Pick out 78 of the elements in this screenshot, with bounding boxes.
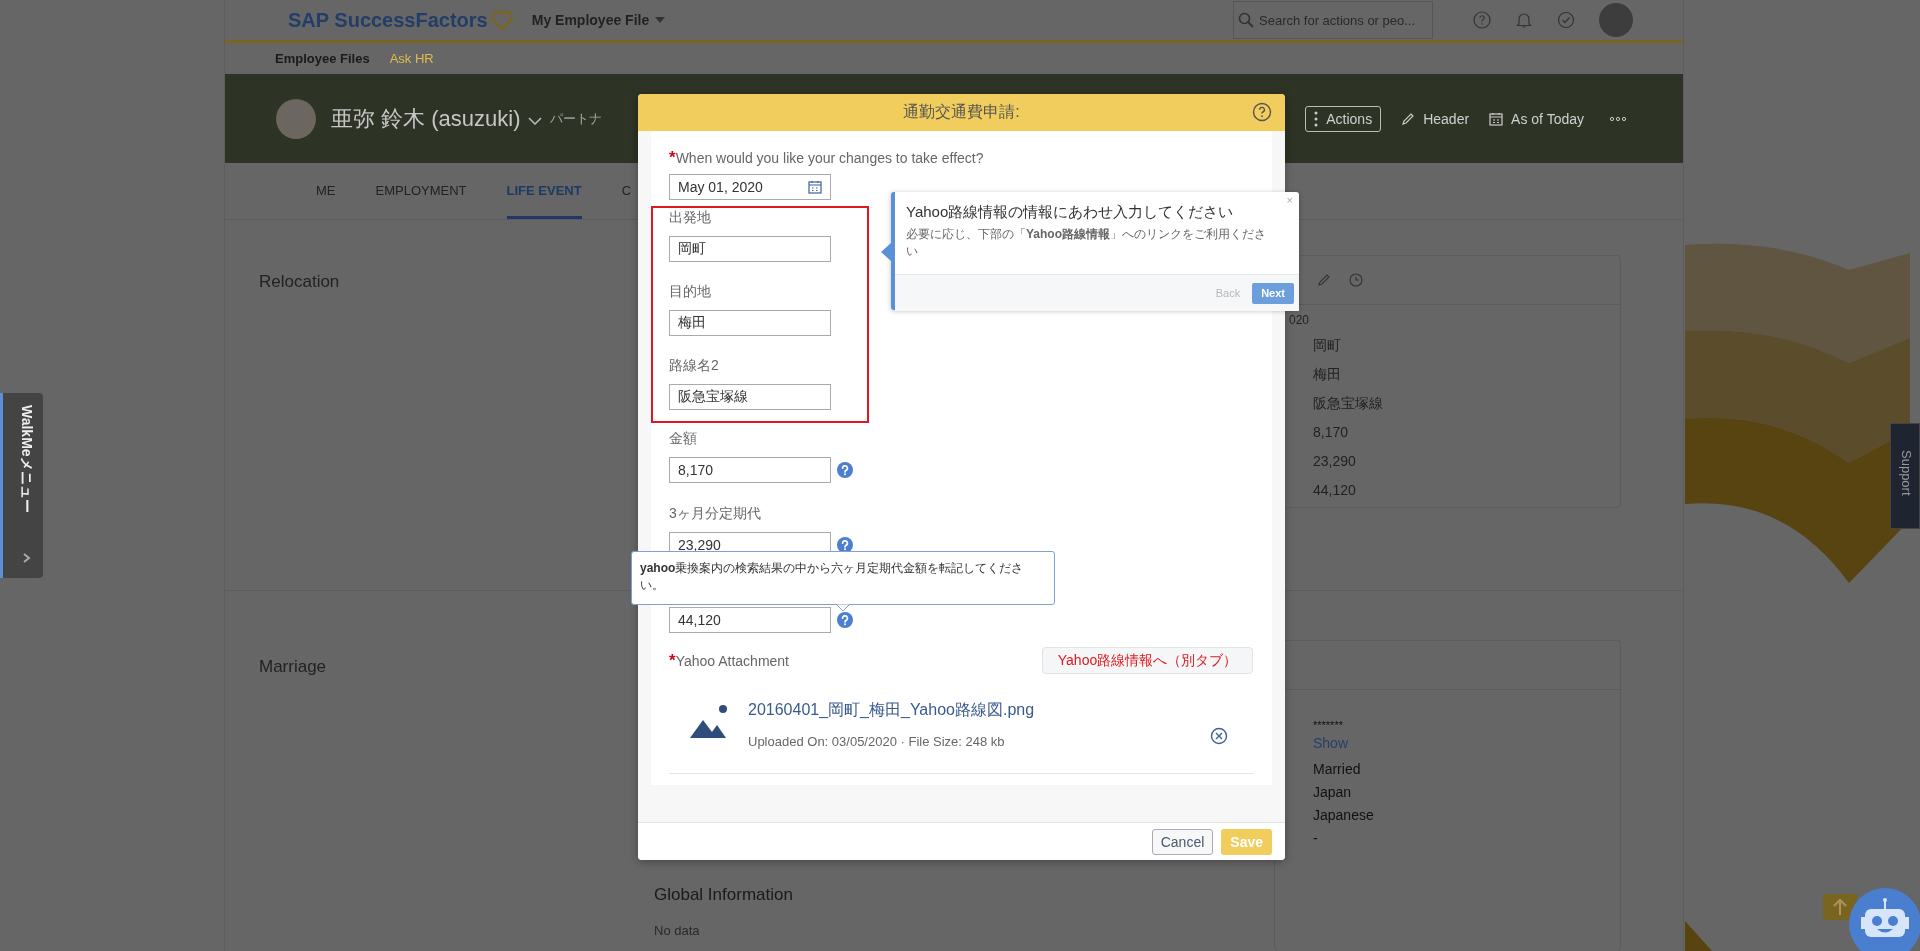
field-value: 44,120 [1313,481,1357,500]
help-icon[interactable] [837,612,853,628]
walkme-label[interactable]: WalkMeメニュー [18,405,36,513]
pencil-icon[interactable] [1317,273,1331,287]
bell-icon[interactable] [1515,11,1533,29]
support-tab[interactable]: Support [1890,423,1920,529]
walkme-menu-tab[interactable]: WalkMeメニュー [0,393,43,578]
field-label: 目的地 [669,282,712,300]
subnav-link[interactable]: Employee Files [275,51,370,66]
vertical-dots-icon [1314,110,1319,127]
help-icon[interactable] [1252,102,1272,122]
navigation-menu[interactable]: My Employee File [531,12,650,28]
empty-text: No data [654,923,701,938]
help-icon[interactable] [837,462,853,478]
field-label: Yahoo Attachment [675,651,789,670]
checkmark-circle-icon[interactable] [1557,11,1575,29]
cancel-button[interactable]: Cancel [1151,829,1214,855]
clock-icon[interactable] [1349,273,1363,287]
dialog-title: 通勤交通費申請: [903,102,1020,122]
field-value: 23,290 [1313,452,1357,471]
field-value: Japanese [1313,806,1375,825]
arrow-up-icon [1833,898,1847,916]
input-field[interactable]: 岡町 [669,236,831,262]
remove-icon[interactable] [1210,727,1228,745]
actions-button[interactable]: Actions [1305,105,1382,132]
field-label: When would you like your changes to take effect? [675,149,984,167]
field-label: 3ヶ月分定期代 [669,504,762,522]
heart-icon [489,9,514,31]
section-title: Relocation [259,272,340,291]
masked-value: ******* [1313,718,1344,732]
employee-name: 亜弥 鈴木 (asuzuki) [331,104,521,133]
support-label[interactable]: Support [1898,450,1914,496]
tab[interactable]: ME [316,163,336,219]
tooltip-text: yahoo乗換案内の検索結果の中から六ヶ月定期代金額を転記してください。 [640,560,1025,594]
input-field[interactable]: 阪急宝塚線 [669,384,831,410]
field-value: 阪急宝塚線 [1313,394,1384,413]
robot-icon[interactable] [1848,887,1920,951]
field-value: - [1313,829,1319,848]
field-label: 出発地 [669,208,712,226]
file-name-link[interactable]: 20160401_岡町_梅田_Yahoo路線図.png [748,700,1035,721]
more-icon[interactable] [1610,116,1626,121]
tab[interactable]: EMPLOYMENT [375,163,467,219]
employee-role: パートナ [550,109,603,128]
field-value: 梅田 [1313,365,1342,384]
tab[interactable]: C [621,163,632,219]
file-info: Uploaded On: 03/05/2020 · File Size: 248 kb [748,734,1006,749]
calendar-icon [808,180,822,194]
yahoo-link-button[interactable]: Yahoo路線情報へ（別タブ） [1042,647,1253,674]
input-field[interactable]: 梅田 [669,310,831,336]
header-button[interactable]: Header [1401,110,1470,127]
popup-title: Yahoo路線情報の情報にあわせ入力してください [906,202,1235,222]
field-value: 岡町 [1313,336,1342,355]
subnav-link[interactable]: Ask HR [389,51,434,66]
help-icon[interactable] [1473,11,1491,29]
date-field[interactable]: May 01, 2020 [669,174,831,200]
as-of-date-button[interactable]: As of Today [1489,110,1584,127]
image-file-icon [690,704,730,740]
required-asterisk: * [669,149,676,167]
field-value: Married [1313,760,1362,779]
input-field[interactable]: 44,120 [669,607,831,633]
calendar-icon [1489,111,1504,126]
input-field[interactable]: 8,170 [669,457,831,483]
pencil-icon [1401,111,1416,126]
chevron-down-icon[interactable] [528,116,543,125]
field-value: 8,170 [1313,423,1350,442]
avatar-circle [276,98,316,139]
field-label: 路線名2 [669,356,720,374]
section-title: Marriage [259,657,327,676]
search-field[interactable]: Search for actions or peo... [1233,1,1433,39]
required-asterisk: * [669,651,676,670]
section-title: Global Information [654,885,794,905]
search-icon [1238,12,1254,28]
field-label: 金額 [669,429,698,447]
caret-icon [655,17,666,23]
field-value: Japan [1313,783,1353,802]
date-text: 020 [1289,313,1311,329]
chevron-right-icon[interactable] [23,553,31,563]
popup-text: 必要に応じ、下部の「Yahoo路線情報」へのリンクをご利用ください [906,226,1267,260]
